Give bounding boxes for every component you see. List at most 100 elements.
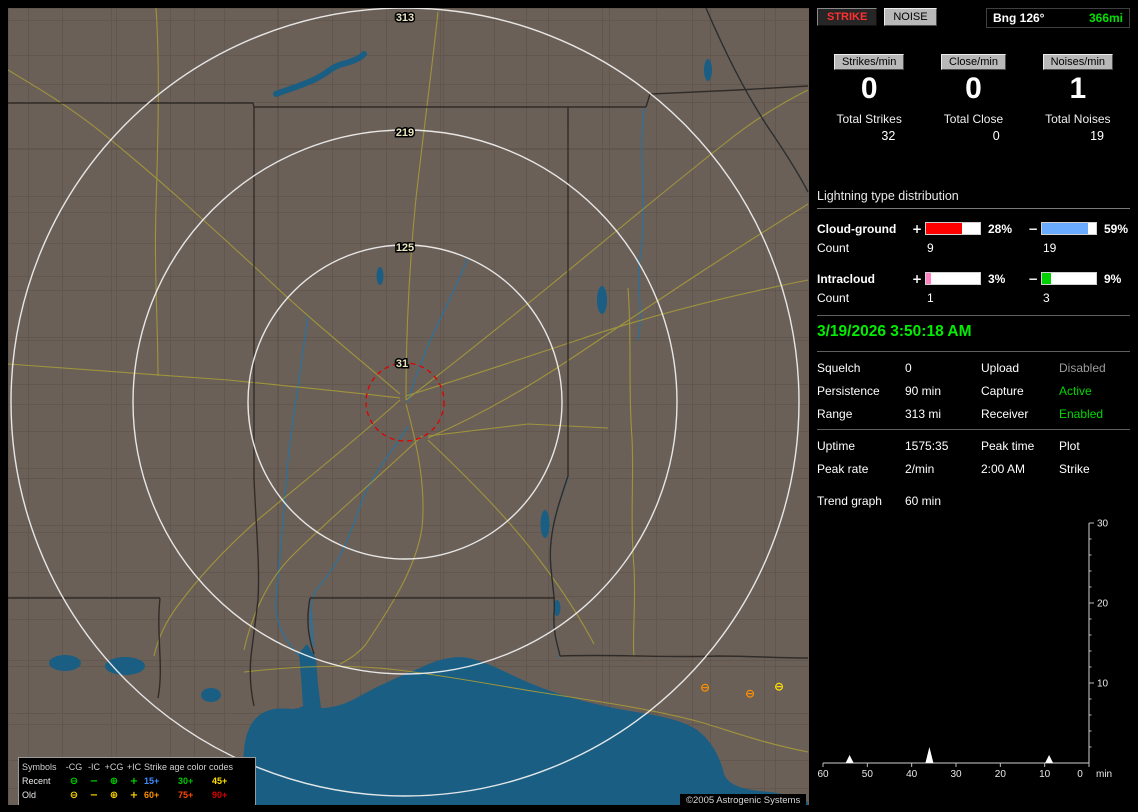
- squelch-value: 0: [905, 361, 912, 375]
- rate-counters: Strikes/min 0 Total Strikes 32 Close/min…: [817, 54, 1130, 143]
- plot-value: Strike: [1059, 462, 1090, 476]
- noises-per-min-value: 1: [1069, 72, 1087, 105]
- range-value: 313 mi: [905, 407, 942, 421]
- ic-count-label: Count: [817, 290, 850, 305]
- age-45: 45+: [212, 776, 228, 786]
- receiver-status: Enabled: [1059, 407, 1104, 421]
- peak-time-value: 2:00 AM: [981, 462, 1026, 476]
- total-strikes-label: Total Strikes: [836, 112, 902, 126]
- squelch-label: Squelch: [817, 361, 861, 375]
- noises-per-min-button[interactable]: Noises/min: [1042, 54, 1114, 70]
- minus-sign: −: [1027, 221, 1039, 236]
- trend-graph-header: Trend graph 60 min: [817, 494, 1130, 508]
- cg-minus-bar-fill: [1042, 223, 1089, 234]
- divider: [817, 351, 1130, 352]
- legend-col-pcg: +CG: [104, 762, 124, 772]
- svg-text:30: 30: [1097, 519, 1109, 530]
- svg-text:20: 20: [1097, 599, 1109, 610]
- legend-recent-label: Recent: [22, 776, 51, 786]
- plus-sign: +: [911, 271, 923, 286]
- cg-minus-bar: [1041, 222, 1097, 235]
- pos-cg-icon: ⊕: [109, 775, 119, 787]
- range-ring-label-outer: 313: [396, 12, 414, 24]
- pos-ic-old-icon: +: [129, 789, 139, 801]
- uptime-label: Uptime: [817, 439, 856, 453]
- legend-symbols-title: Symbols: [22, 762, 57, 772]
- receiver-label: Receiver: [981, 407, 1029, 421]
- divider: [817, 429, 1130, 430]
- close-per-min-button[interactable]: Close/min: [941, 54, 1006, 70]
- runtime-table: Uptime 1575:35 Peak time Plot Peak rate …: [817, 439, 1130, 476]
- ic-plus-bar: [925, 272, 981, 285]
- cg-plus-bar-fill: [926, 223, 962, 234]
- persistence-value: 90 min: [905, 384, 942, 398]
- range-ring-label-second: 125: [396, 242, 414, 254]
- svg-text:0: 0: [1077, 769, 1083, 780]
- svg-text:10: 10: [1097, 679, 1109, 690]
- close-stat: Close/min 0 Total Close 0: [921, 54, 1025, 143]
- mode-button-row: STRIKE NOISE Bng 126° 366mi: [817, 8, 1130, 28]
- legend-age-title: Strike age color codes: [144, 762, 234, 772]
- legend-col-ncg: -CG: [65, 762, 83, 772]
- cg-plus-count: 9: [927, 240, 934, 255]
- bearing-distance: 366mi: [1088, 11, 1123, 25]
- map-canvas[interactable]: 313 219 125 31: [8, 8, 809, 805]
- neg-ic-icon: −: [89, 775, 99, 787]
- cloud-ground-label: Cloud-ground: [817, 221, 897, 236]
- age-75: 75+: [178, 790, 194, 800]
- map-legend: Symbols -CG -IC +CG +IC Strike age color…: [18, 757, 256, 805]
- intracloud-row: Intracloud + 3% − 9%: [817, 269, 1130, 288]
- cloud-ground-row: Cloud-ground + 28% − 59%: [817, 219, 1130, 238]
- neg-cg-icon: ⊖: [69, 775, 79, 787]
- neg-cg-old-icon: ⊖: [69, 789, 79, 801]
- intracloud-label: Intracloud: [817, 271, 876, 286]
- close-per-min-value: 0: [965, 72, 982, 105]
- lightning-map[interactable]: 313 219 125 31 ⊖ ⊖ ⊖ Symbols -CG -IC +CG +…: [8, 8, 809, 805]
- svg-text:60: 60: [817, 769, 829, 780]
- ic-plus-bar-fill: [926, 273, 931, 284]
- strikes-per-min-button[interactable]: Strikes/min: [833, 54, 905, 70]
- strikes-stat: Strikes/min 0 Total Strikes 32: [817, 54, 921, 143]
- intracloud-count-row: Count 1 3: [817, 288, 1130, 307]
- total-noises-label: Total Noises: [1045, 112, 1111, 126]
- cg-count-label: Count: [817, 240, 850, 255]
- strike-button[interactable]: STRIKE: [817, 8, 878, 26]
- ic-plus-count: 1: [927, 290, 934, 305]
- datetime-display: 3/19/2026 3:50:18 AM: [817, 323, 972, 340]
- range-ring-label-third: 219: [396, 127, 414, 139]
- ic-minus-count: 3: [1043, 290, 1050, 305]
- bearing-readout: Bng 126° 366mi: [986, 8, 1130, 28]
- age-15: 15+: [144, 776, 160, 786]
- ic-plus-pct: 3%: [988, 271, 1006, 286]
- peak-time-label: Peak time: [981, 439, 1035, 453]
- capture-label: Capture: [981, 384, 1024, 398]
- trend-graph-window: 60 min: [905, 494, 942, 508]
- svg-text:40: 40: [906, 769, 918, 780]
- total-close-label: Total Close: [943, 112, 1004, 126]
- noise-button[interactable]: NOISE: [884, 8, 937, 26]
- plus-sign: +: [911, 221, 923, 236]
- strikes-per-min-value: 0: [860, 72, 878, 105]
- peak-rate-value: 2/min: [905, 462, 935, 476]
- svg-text:min: min: [1096, 769, 1112, 780]
- pos-cg-old-icon: ⊕: [109, 789, 119, 801]
- age-60: 60+: [144, 790, 160, 800]
- cloud-ground-count-row: Count 9 19: [817, 238, 1130, 257]
- neg-ic-old-icon: −: [89, 789, 99, 801]
- cg-minus-count: 19: [1043, 240, 1057, 255]
- svg-text:30: 30: [950, 769, 962, 780]
- age-30: 30+: [178, 776, 194, 786]
- age-90: 90+: [212, 790, 228, 800]
- copyright-text: ©2005 Astrogenic Systems: [680, 794, 807, 805]
- peak-rate-label: Peak rate: [817, 462, 869, 476]
- svg-text:50: 50: [862, 769, 874, 780]
- minus-sign: −: [1027, 271, 1039, 286]
- svg-text:20: 20: [995, 769, 1007, 780]
- ic-minus-bar-fill: [1042, 273, 1052, 284]
- trend-graph-label: Trend graph: [817, 494, 882, 508]
- cg-plus-pct: 28%: [988, 221, 1013, 236]
- trend-graph: 30 20 10 60 50 40 30 20 10 0 min: [817, 519, 1112, 781]
- pos-ic-icon: +: [129, 775, 139, 787]
- range-ring-label-inner: 31: [396, 358, 408, 370]
- settings-table: Squelch 0 Upload Disabled Persistence 90…: [817, 361, 1130, 421]
